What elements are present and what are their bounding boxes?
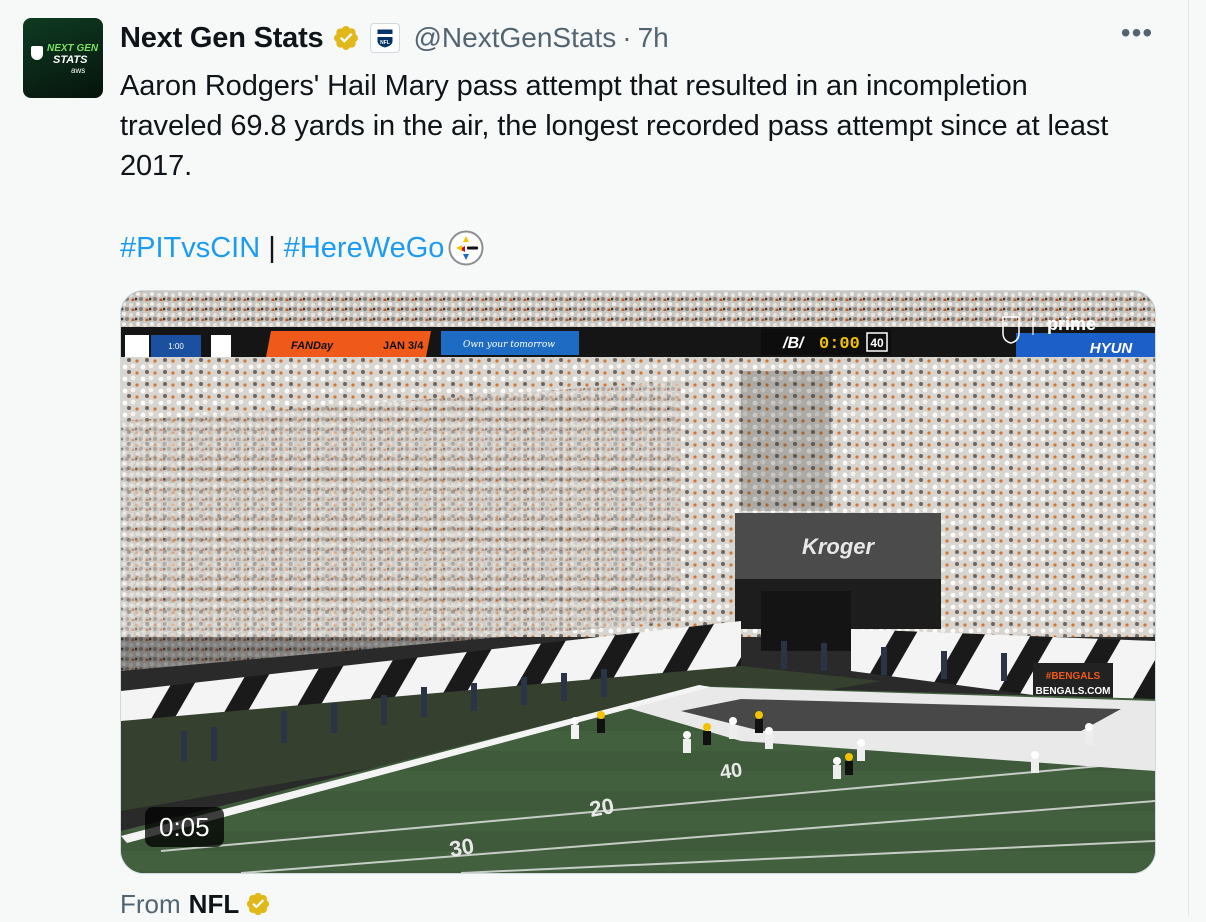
nfl-shield-icon xyxy=(31,46,43,60)
tweet-timestamp[interactable]: 7h xyxy=(638,22,669,54)
source-account-link[interactable]: NFL xyxy=(189,889,240,920)
field-number-30: 30 xyxy=(448,833,476,862)
hashtag-herewego[interactable]: #HereWeGo xyxy=(284,232,445,265)
tweet-text: Aaron Rodgers' Hail Mary pass attempt th… xyxy=(120,70,1109,182)
author-handle[interactable]: @NextGenStats xyxy=(414,22,617,54)
avatar[interactable]: NEXT GEN STATS aws xyxy=(23,18,103,98)
scorebug-promo-left: FANDay xyxy=(291,340,334,352)
scorebug-play-clock: 40 xyxy=(870,336,884,350)
tweet[interactable]: NEXT GEN STATS aws Next Gen Stats NFL @N… xyxy=(0,0,1189,919)
avatar-text-nextgen: NEXT GEN xyxy=(47,43,99,54)
broadcaster-logo: prime xyxy=(1047,314,1096,334)
author-name[interactable]: Next Gen Stats xyxy=(120,22,324,55)
avatar-text-stats: STATS xyxy=(53,54,88,66)
media-source: From NFL xyxy=(120,886,271,922)
tweet-header: Next Gen Stats NFL @NextGenStats · 7h xyxy=(120,18,669,58)
hashtag-line: #PITvsCIN | #HereWeGo xyxy=(120,226,484,270)
video-duration-badge: 0:05 xyxy=(145,807,224,847)
nfl-affiliation-icon[interactable]: NFL xyxy=(369,23,400,53)
avatar-text-aws: aws xyxy=(71,66,86,75)
verified-badge-icon xyxy=(247,892,270,916)
video-frame: 1:00 FANDay JAN 3/4 Own your tomorrow /B… xyxy=(121,291,1155,873)
svg-text:NFL: NFL xyxy=(380,40,390,46)
sponsor-text: HYUN xyxy=(1090,340,1134,357)
wall-text-url: BENGALS.COM xyxy=(1036,686,1111,697)
scorebug-promo: JAN 3/4 xyxy=(383,340,424,352)
hashtag-separator: | xyxy=(268,231,276,264)
field-number-20: 20 xyxy=(588,793,616,822)
wall-text-hashtag: #BENGALS xyxy=(1046,671,1101,682)
header-separator: · xyxy=(622,22,632,53)
ribbon-banner: Own your tomorrow xyxy=(463,340,555,350)
source-label: From xyxy=(120,888,181,919)
kroger-sign-text: Kroger xyxy=(802,534,876,559)
verified-badge-icon[interactable] xyxy=(332,24,360,52)
video-player[interactable]: 1:00 FANDay JAN 3/4 Own your tomorrow /B… xyxy=(120,290,1156,874)
hashtag-pitvscin[interactable]: #PITvsCIN xyxy=(120,232,260,265)
svg-text:/B/: /B/ xyxy=(782,335,805,352)
steelers-logo-icon xyxy=(448,230,484,266)
more-options-icon[interactable]: ••• xyxy=(1120,19,1154,52)
field-number-40: 40 xyxy=(719,759,744,784)
scorebug-quarter-clock: 1:00 xyxy=(168,342,184,351)
scorebug-game-clock: 0:00 xyxy=(819,335,860,354)
